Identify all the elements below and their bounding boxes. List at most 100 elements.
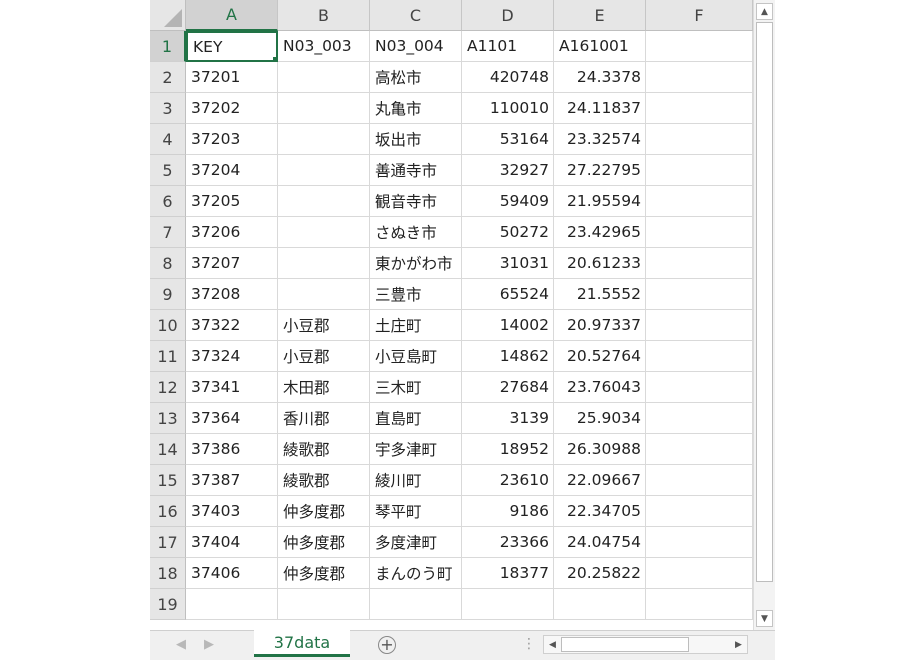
cell-b4[interactable] [278,124,370,155]
cell-e3[interactable]: 24.11837 [554,93,646,124]
cell-e5[interactable]: 27.22795 [554,155,646,186]
cell-b7[interactable] [278,217,370,248]
cell-e4[interactable]: 23.32574 [554,124,646,155]
cell-b11[interactable]: 小豆郡 [278,341,370,372]
cell-f19[interactable] [646,589,753,620]
cell-e19[interactable] [554,589,646,620]
cell-c4[interactable]: 坂出市 [370,124,462,155]
horizontal-scroll-thumb[interactable] [561,637,689,652]
cell-f8[interactable] [646,248,753,279]
cell-b8[interactable] [278,248,370,279]
cell-e7[interactable]: 23.42965 [554,217,646,248]
cell-c12[interactable]: 三木町 [370,372,462,403]
cell-d4[interactable]: 53164 [462,124,554,155]
cell-d8[interactable]: 31031 [462,248,554,279]
cell-e12[interactable]: 23.76043 [554,372,646,403]
cell-d19[interactable] [462,589,554,620]
cell-a7[interactable]: 37206 [186,217,278,248]
cell-d12[interactable]: 27684 [462,372,554,403]
cell-e2[interactable]: 24.3378 [554,62,646,93]
cell-d2[interactable]: 420748 [462,62,554,93]
cell-a12[interactable]: 37341 [186,372,278,403]
scroll-up-button[interactable]: ▲ [756,3,773,20]
row-header-10[interactable]: 10 [150,310,186,341]
cell-d15[interactable]: 23610 [462,465,554,496]
cell-f4[interactable] [646,124,753,155]
row-header-14[interactable]: 14 [150,434,186,465]
cell-c10[interactable]: 土庄町 [370,310,462,341]
cell-a16[interactable]: 37403 [186,496,278,527]
cell-b9[interactable] [278,279,370,310]
cell-d5[interactable]: 32927 [462,155,554,186]
cell-a4[interactable]: 37203 [186,124,278,155]
cell-d7[interactable]: 50272 [462,217,554,248]
cell-e9[interactable]: 21.5552 [554,279,646,310]
row-header-2[interactable]: 2 [150,62,186,93]
cell-b18[interactable]: 仲多度郡 [278,558,370,589]
cell-f3[interactable] [646,93,753,124]
row-header-1[interactable]: 1 [150,31,186,62]
cell-b6[interactable] [278,186,370,217]
column-header-a[interactable]: A [186,0,278,31]
row-header-11[interactable]: 11 [150,341,186,372]
cell-b16[interactable]: 仲多度郡 [278,496,370,527]
row-header-18[interactable]: 18 [150,558,186,589]
cell-a17[interactable]: 37404 [186,527,278,558]
cell-e15[interactable]: 22.09667 [554,465,646,496]
cell-a10[interactable]: 37322 [186,310,278,341]
column-header-f[interactable]: F [646,0,753,31]
chevron-right-icon[interactable]: ▶ [731,637,746,652]
cell-b15[interactable]: 綾歌郡 [278,465,370,496]
next-sheet-button[interactable]: ▶ [204,637,214,652]
sheet-tab-37data[interactable]: 37data [254,630,350,657]
cell-f10[interactable] [646,310,753,341]
cell-e6[interactable]: 21.95594 [554,186,646,217]
cell-d16[interactable]: 9186 [462,496,554,527]
cell-c11[interactable]: 小豆島町 [370,341,462,372]
cell-b3[interactable] [278,93,370,124]
cell-c8[interactable]: 東かがわ市 [370,248,462,279]
cell-c6[interactable]: 観音寺市 [370,186,462,217]
cell-d13[interactable]: 3139 [462,403,554,434]
cell-e8[interactable]: 20.61233 [554,248,646,279]
scroll-down-button[interactable]: ▼ [756,610,773,627]
cell-e10[interactable]: 20.97337 [554,310,646,341]
cell-f6[interactable] [646,186,753,217]
cell-c2[interactable]: 高松市 [370,62,462,93]
cell-a8[interactable]: 37207 [186,248,278,279]
cell-b17[interactable]: 仲多度郡 [278,527,370,558]
cell-f1[interactable] [646,31,753,62]
cell-e1[interactable]: A161001 [554,31,646,62]
cell-a11[interactable]: 37324 [186,341,278,372]
cell-d1[interactable]: A1101 [462,31,554,62]
cell-a5[interactable]: 37204 [186,155,278,186]
vertical-scrollbar[interactable]: ▲ ▼ [753,0,775,630]
cell-b14[interactable]: 綾歌郡 [278,434,370,465]
cell-e17[interactable]: 24.04754 [554,527,646,558]
cell-a15[interactable]: 37387 [186,465,278,496]
prev-sheet-button[interactable]: ◀ [176,637,186,652]
vertical-scroll-thumb[interactable] [756,22,773,582]
row-header-3[interactable]: 3 [150,93,186,124]
cell-f16[interactable] [646,496,753,527]
cell-e16[interactable]: 22.34705 [554,496,646,527]
cell-f14[interactable] [646,434,753,465]
plus-circle-icon[interactable]: + [378,636,396,654]
cell-d3[interactable]: 110010 [462,93,554,124]
cell-d6[interactable]: 59409 [462,186,554,217]
cell-d10[interactable]: 14002 [462,310,554,341]
select-all-button[interactable] [150,0,186,31]
cell-c7[interactable]: さぬき市 [370,217,462,248]
row-header-15[interactable]: 15 [150,465,186,496]
row-header-9[interactable]: 9 [150,279,186,310]
row-header-17[interactable]: 17 [150,527,186,558]
cell-d9[interactable]: 65524 [462,279,554,310]
cell-a9[interactable]: 37208 [186,279,278,310]
cell-f11[interactable] [646,341,753,372]
cell-e13[interactable]: 25.9034 [554,403,646,434]
cell-a1[interactable]: KEY [186,31,278,62]
horizontal-scrollbar[interactable]: ◀ ▶ [543,635,748,654]
cell-f5[interactable] [646,155,753,186]
cell-b5[interactable] [278,155,370,186]
cell-c1[interactable]: N03_004 [370,31,462,62]
